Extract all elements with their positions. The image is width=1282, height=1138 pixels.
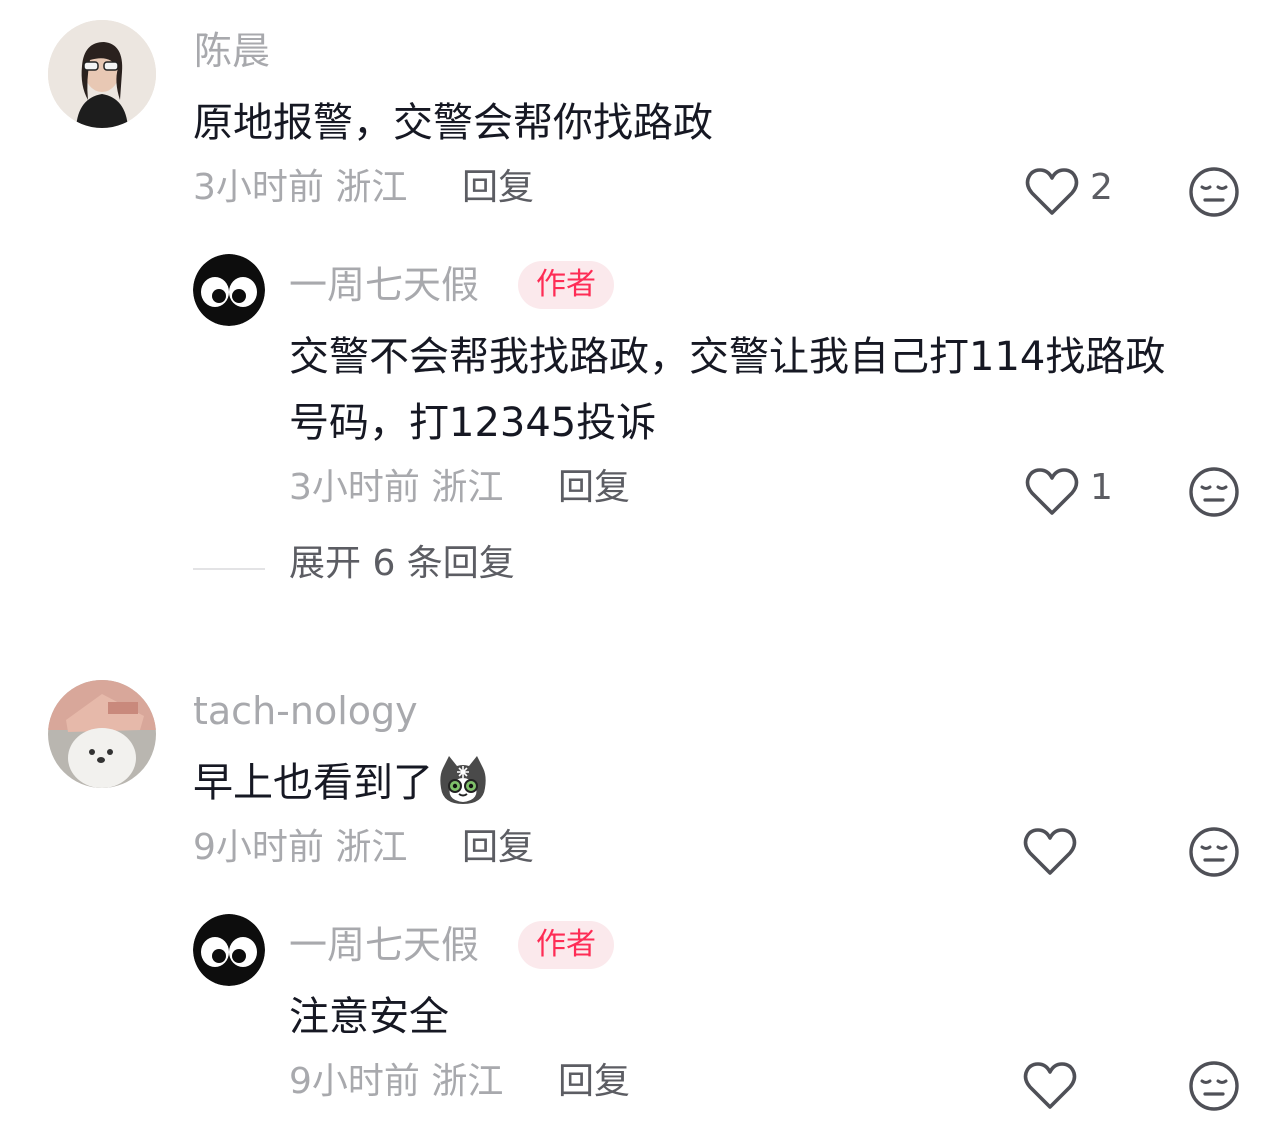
author-badge: 作者 bbox=[518, 261, 614, 309]
username[interactable]: tach-nology bbox=[193, 692, 418, 730]
reply-button[interactable]: 回复 bbox=[558, 470, 630, 506]
meh-face-icon[interactable] bbox=[1188, 1060, 1240, 1112]
comment-time: 9小时前 bbox=[289, 1061, 420, 1102]
comment-text: 原地报警，交警会帮你找路政 bbox=[193, 100, 713, 146]
meh-face-icon[interactable] bbox=[1188, 826, 1240, 878]
like-count: 1 bbox=[1090, 467, 1113, 508]
comment-meta: 3小时前 浙江 bbox=[289, 470, 503, 506]
avatar[interactable] bbox=[48, 680, 156, 788]
username[interactable]: 陈晨 bbox=[194, 32, 270, 70]
cat-emoji-icon bbox=[440, 756, 486, 804]
heart-outline-icon[interactable] bbox=[1024, 166, 1080, 218]
username[interactable]: 一周七天假 bbox=[289, 266, 479, 304]
heart-outline-icon[interactable] bbox=[1022, 826, 1078, 878]
avatar[interactable] bbox=[193, 914, 265, 986]
comment-meta: 9小时前 浙江 bbox=[289, 1064, 503, 1100]
expand-replies-button[interactable]: 展开 6 条回复 bbox=[289, 546, 515, 582]
comment-location: 浙江 bbox=[431, 467, 504, 508]
reply-button[interactable]: 回复 bbox=[558, 1064, 630, 1100]
reply-text-line: 号码，打12345投诉 bbox=[289, 400, 657, 446]
author-badge: 作者 bbox=[518, 921, 614, 969]
comment-meta: 9小时前 浙江 bbox=[193, 830, 407, 866]
reply-button[interactable]: 回复 bbox=[462, 170, 534, 206]
meh-face-icon[interactable] bbox=[1188, 466, 1240, 518]
meh-face-icon[interactable] bbox=[1188, 166, 1240, 218]
like-count: 2 bbox=[1090, 167, 1113, 208]
reply-text-line: 交警不会帮我找路政，交警让我自己打114找路政 bbox=[289, 334, 1166, 380]
reply-button[interactable]: 回复 bbox=[462, 830, 534, 866]
comment-location: 浙江 bbox=[335, 827, 408, 868]
avatar[interactable] bbox=[193, 254, 265, 326]
comment-meta: 3小时前 浙江 bbox=[193, 170, 407, 206]
username[interactable]: 一周七天假 bbox=[289, 926, 479, 964]
avatar[interactable] bbox=[48, 20, 156, 128]
heart-outline-icon[interactable] bbox=[1024, 466, 1080, 518]
comment-text-row: 早上也看到了 bbox=[193, 750, 489, 816]
comment-time: 9小时前 bbox=[193, 827, 324, 868]
comment-time: 3小时前 bbox=[289, 467, 420, 508]
comment-location: 浙江 bbox=[335, 167, 408, 208]
heart-outline-icon[interactable] bbox=[1022, 1060, 1078, 1112]
comment-text: 早上也看到了 bbox=[193, 760, 433, 806]
comment-time: 3小时前 bbox=[193, 167, 324, 208]
expand-divider bbox=[193, 568, 265, 570]
reply-text: 注意安全 bbox=[289, 994, 449, 1040]
comment-location: 浙江 bbox=[431, 1061, 504, 1102]
